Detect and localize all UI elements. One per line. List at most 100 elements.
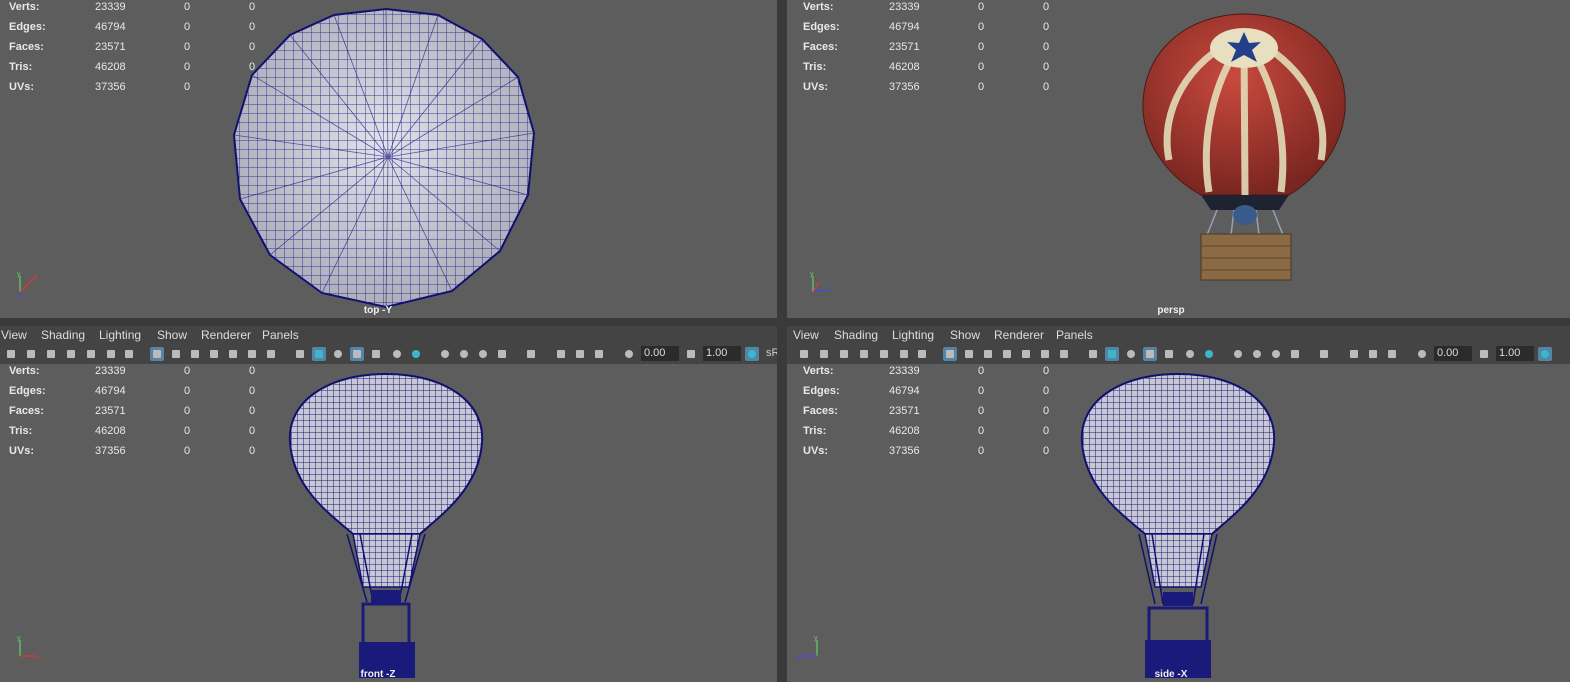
- anti-alias-icon[interactable]: [476, 347, 490, 361]
- menu-panels[interactable]: Panels: [1056, 328, 1093, 342]
- safe-title-icon[interactable]: [1057, 347, 1071, 361]
- grease-pencil-icon[interactable]: [104, 347, 118, 361]
- 2d-pan-icon[interactable]: [84, 347, 98, 361]
- isolate-icon[interactable]: [1317, 347, 1331, 361]
- menu-shading[interactable]: Shading: [834, 328, 878, 342]
- panel-toolbar: 0.00 1.00: [787, 344, 1570, 364]
- gamma-field[interactable]: 1.00: [703, 346, 741, 361]
- menu-lighting[interactable]: Lighting: [99, 328, 141, 342]
- textured-icon[interactable]: [1162, 347, 1176, 361]
- pane-divider-vertical[interactable]: [777, 0, 787, 682]
- balloon-textured-model: [1142, 13, 1346, 281]
- resolution-gate-icon[interactable]: [188, 347, 202, 361]
- balloon-front-wireframe: [288, 372, 484, 678]
- camera-attr-icon[interactable]: [817, 347, 831, 361]
- grid-icon[interactable]: [943, 347, 957, 361]
- xray-icon[interactable]: [1347, 347, 1361, 361]
- grid-icon[interactable]: [150, 347, 164, 361]
- gate-icon[interactable]: [915, 347, 929, 361]
- safe-title-icon[interactable]: [264, 347, 278, 361]
- axis-gizmo: y x: [17, 635, 40, 662]
- xray-icon[interactable]: [554, 347, 568, 361]
- field-chart-icon[interactable]: [226, 347, 240, 361]
- film-gate-icon[interactable]: [169, 347, 183, 361]
- bookmark-icon[interactable]: [837, 347, 851, 361]
- xray-joints-icon[interactable]: [573, 347, 587, 361]
- svg-text:x: x: [36, 655, 40, 662]
- menu-renderer[interactable]: Renderer: [994, 328, 1044, 342]
- motion-blur-icon[interactable]: [1250, 347, 1264, 361]
- viewport-persp[interactable]: Verts: 23339 0 0 Edges: 46794 0 0 Faces: 23571 0…: [787, 0, 1570, 318]
- default-material-icon[interactable]: [1124, 347, 1138, 361]
- depth-of-field-icon[interactable]: [1288, 347, 1302, 361]
- light-icon[interactable]: [1183, 347, 1197, 361]
- svg-text:x: x: [34, 274, 38, 281]
- grease-pencil-icon[interactable]: [897, 347, 911, 361]
- xray-components-icon[interactable]: [1385, 347, 1399, 361]
- camera-label: persp: [1157, 305, 1185, 316]
- light-icon[interactable]: [390, 347, 404, 361]
- camera-icon[interactable]: [797, 347, 811, 361]
- exposure-icon[interactable]: [1415, 347, 1429, 361]
- menu-show[interactable]: Show: [157, 328, 187, 342]
- depth-of-field-icon[interactable]: [495, 347, 509, 361]
- menu-view[interactable]: View: [793, 328, 819, 342]
- balloon-top-wireframe: [232, 7, 536, 309]
- svg-text:y: y: [17, 271, 21, 278]
- resolution-gate-icon[interactable]: [981, 347, 995, 361]
- viewport-side[interactable]: Verts: 23339 0 0 Edges: 46794 0 0 Faces: 23571 0…: [787, 364, 1570, 682]
- safe-action-icon[interactable]: [1038, 347, 1052, 361]
- menu-lighting[interactable]: Lighting: [892, 328, 934, 342]
- menu-renderer[interactable]: Renderer: [201, 328, 251, 342]
- camera-attr-icon[interactable]: [24, 347, 38, 361]
- viewport-top[interactable]: Verts: 23339 0 0 Edges: 46794 0 0 Faces: 23571 0…: [0, 0, 777, 318]
- pane-divider-horizontal[interactable]: [0, 318, 1570, 326]
- exposure-icon[interactable]: [622, 347, 636, 361]
- anti-alias-icon[interactable]: [1269, 347, 1283, 361]
- panel-menubar: View Shading Lighting Show Renderer Pane…: [787, 326, 1570, 344]
- bookmark-icon[interactable]: [44, 347, 58, 361]
- axis-gizmo: y x: [17, 271, 38, 298]
- xray-components-icon[interactable]: [592, 347, 606, 361]
- axis-gizmo: y z: [796, 635, 818, 662]
- field-chart-icon[interactable]: [1019, 347, 1033, 361]
- film-gate-icon[interactable]: [962, 347, 976, 361]
- image-plane-icon[interactable]: [64, 347, 78, 361]
- menu-shading[interactable]: Shading: [41, 328, 85, 342]
- shadows-icon[interactable]: [409, 347, 423, 361]
- default-material-icon[interactable]: [331, 347, 345, 361]
- color-management-icon[interactable]: [745, 347, 759, 361]
- gamma-icon[interactable]: [684, 347, 698, 361]
- gamma-field[interactable]: 1.00: [1496, 346, 1534, 361]
- image-plane-icon[interactable]: [857, 347, 871, 361]
- motion-blur-icon[interactable]: [457, 347, 471, 361]
- colorspace-label[interactable]: sR: [766, 347, 777, 359]
- smooth-shade-icon[interactable]: [1105, 347, 1119, 361]
- safe-action-icon[interactable]: [245, 347, 259, 361]
- exposure-field[interactable]: 0.00: [1434, 346, 1472, 361]
- color-management-icon[interactable]: [1538, 347, 1552, 361]
- exposure-field[interactable]: 0.00: [641, 346, 679, 361]
- textured-icon[interactable]: [369, 347, 383, 361]
- camera-icon[interactable]: [4, 347, 18, 361]
- svg-text:y: y: [814, 635, 818, 642]
- xray-joints-icon[interactable]: [1366, 347, 1380, 361]
- menu-show[interactable]: Show: [950, 328, 980, 342]
- gate-mask-icon[interactable]: [1000, 347, 1014, 361]
- isolate-icon[interactable]: [524, 347, 538, 361]
- wireframe-on-shaded-icon[interactable]: [350, 347, 364, 361]
- wireframe-on-shaded-icon[interactable]: [1143, 347, 1157, 361]
- menu-panels[interactable]: Panels: [262, 328, 299, 342]
- gate-icon[interactable]: [122, 347, 136, 361]
- screen-space-ao-icon[interactable]: [1231, 347, 1245, 361]
- menu-view[interactable]: View: [1, 328, 27, 342]
- viewport-front[interactable]: Verts: 23339 0 0 Edges: 46794 0 0 Faces: 23571 0…: [0, 364, 777, 682]
- smooth-shade-icon[interactable]: [312, 347, 326, 361]
- wireframe-icon[interactable]: [1086, 347, 1100, 361]
- 2d-pan-icon[interactable]: [877, 347, 891, 361]
- gamma-icon[interactable]: [1477, 347, 1491, 361]
- wireframe-icon[interactable]: [293, 347, 307, 361]
- screen-space-ao-icon[interactable]: [438, 347, 452, 361]
- gate-mask-icon[interactable]: [207, 347, 221, 361]
- shadows-icon[interactable]: [1202, 347, 1216, 361]
